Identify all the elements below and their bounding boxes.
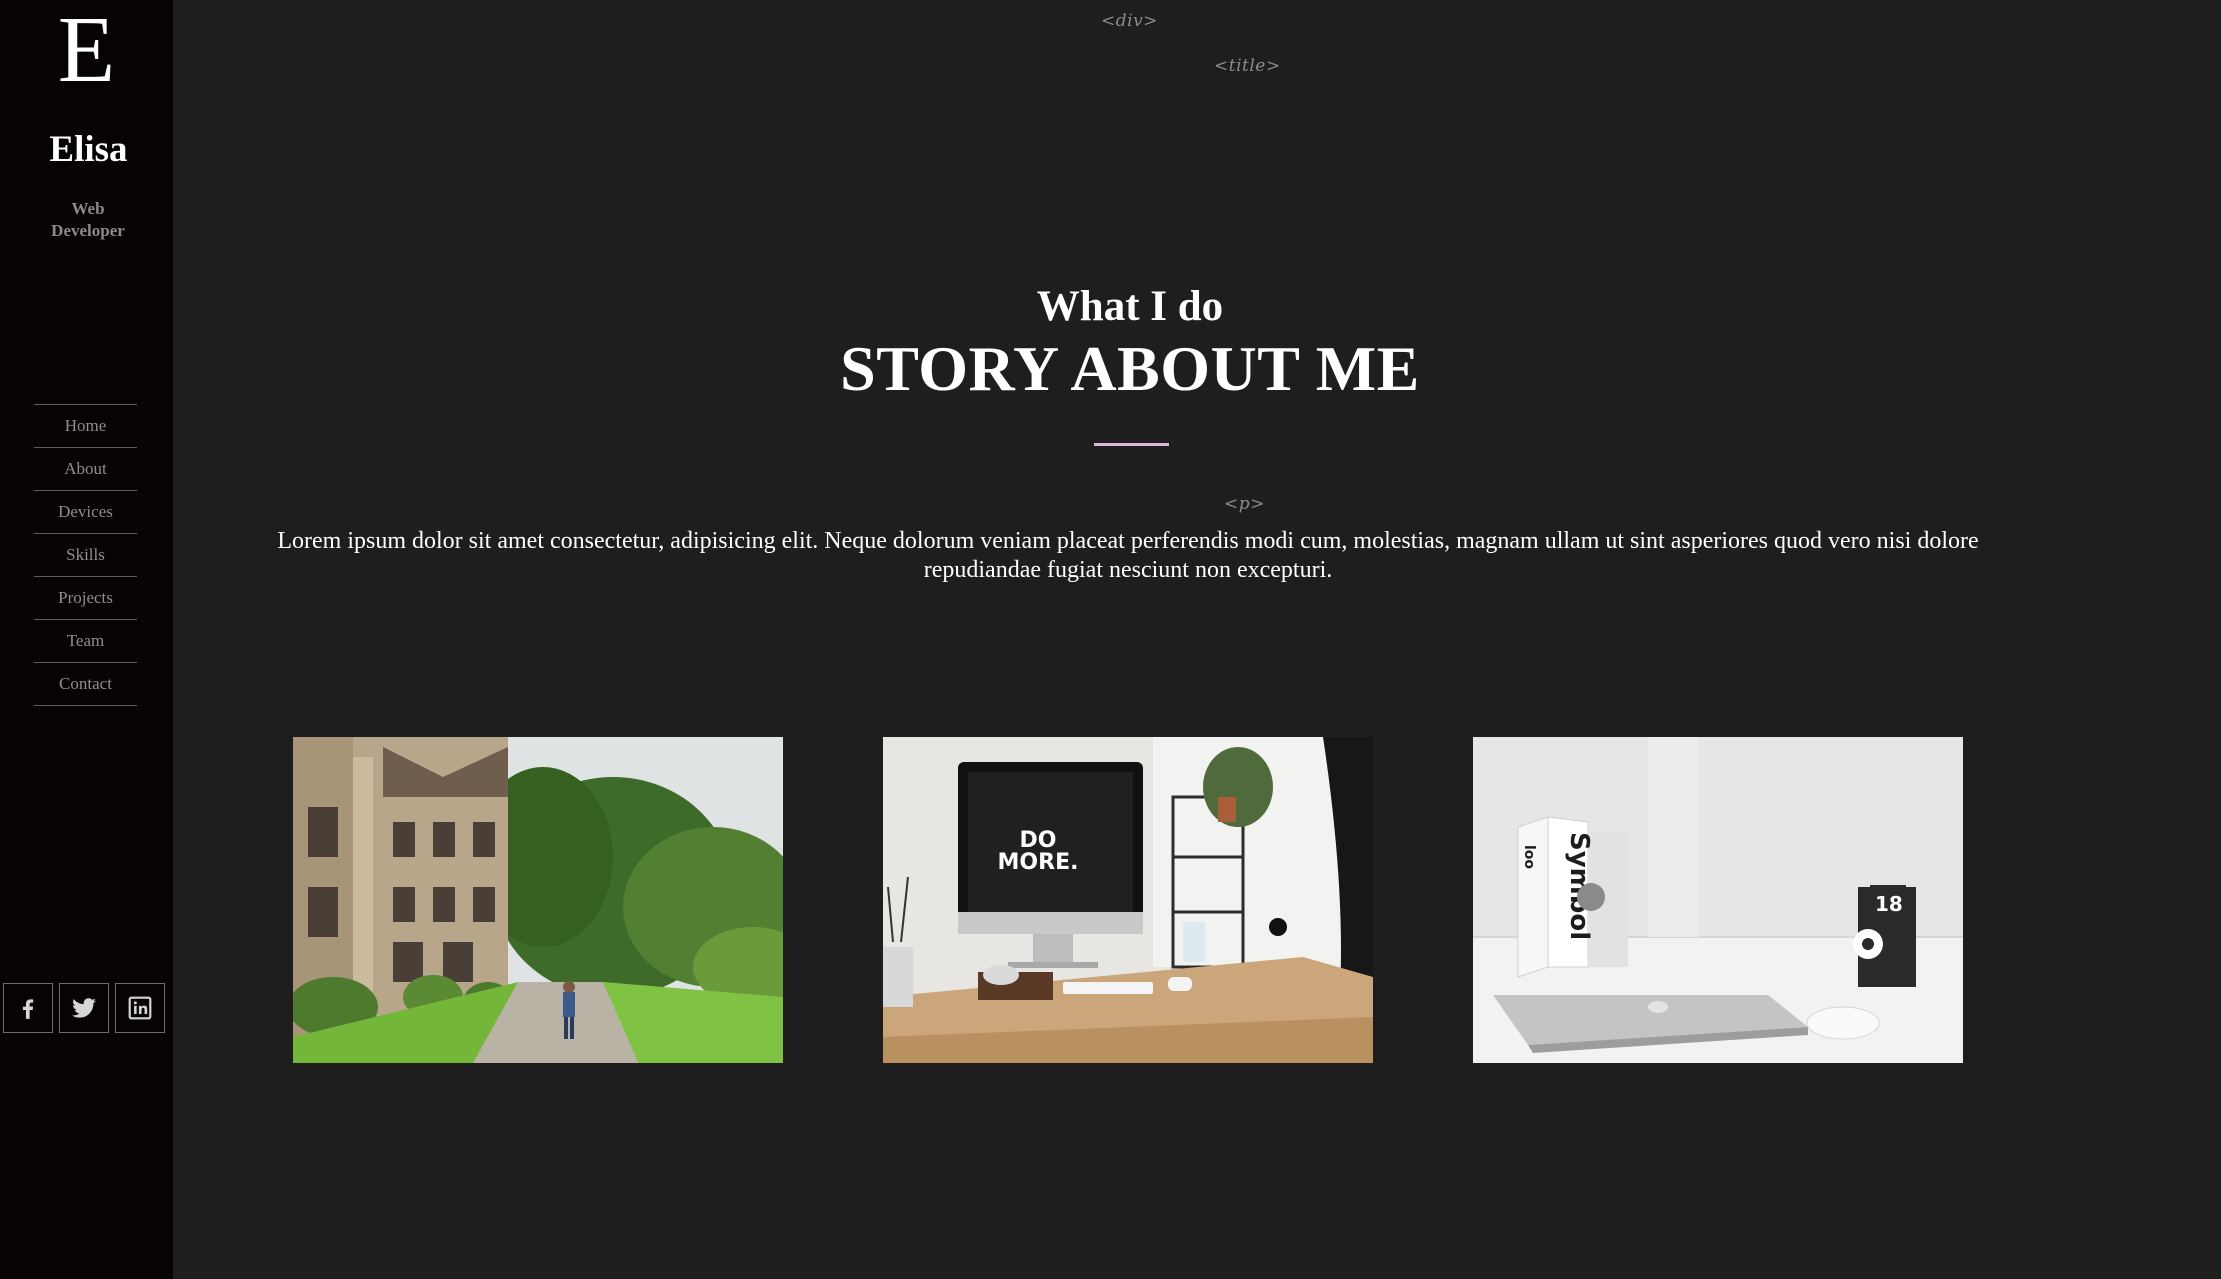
campus-photo <box>293 737 783 1063</box>
calendar-day: 18 <box>1875 892 1903 916</box>
nav-item-projects[interactable]: Projects <box>34 577 137 620</box>
code-tag-div: <div> <box>1101 11 1158 31</box>
nav-item-skills[interactable]: Skills <box>34 534 137 577</box>
nav-item-about[interactable]: About <box>34 448 137 491</box>
social-links <box>3 983 165 1033</box>
facebook-icon <box>22 999 34 1019</box>
nav-item-devices[interactable]: Devices <box>34 491 137 534</box>
nav-item-home[interactable]: Home <box>34 405 137 448</box>
book-series: loo <box>1521 845 1537 869</box>
linkedin-button[interactable] <box>115 983 165 1033</box>
workspace-photo: Symbol loo 18 <box>1473 737 1963 1063</box>
site-role: Web Developer <box>51 199 125 240</box>
code-tag-p: <p> <box>1224 494 1265 514</box>
twitter-button[interactable] <box>59 983 109 1033</box>
title-divider <box>1094 443 1169 446</box>
nav-item-contact[interactable]: Contact <box>34 663 137 706</box>
section-subtitle: What I do <box>1036 283 1224 330</box>
twitter-icon <box>72 998 96 1018</box>
site-name: Elisa <box>49 129 128 170</box>
sidebar: E Elisa Web Developer Home About Devices… <box>0 0 173 1279</box>
intro-paragraph: Lorem ipsum dolor sit amet consectetur, … <box>277 528 1979 583</box>
main-nav: Home About Devices Skills Projects Team … <box>34 404 137 706</box>
desk-setup-photo: DO MORE. <box>883 737 1373 1063</box>
linkedin-icon <box>128 996 152 1020</box>
code-tag-title: <title> <box>1214 56 1281 76</box>
nav-item-team[interactable]: Team <box>34 620 137 663</box>
facebook-button[interactable] <box>3 983 53 1033</box>
section-title: STORY ABOUT ME <box>840 333 1420 404</box>
logo[interactable]: E <box>0 0 173 100</box>
